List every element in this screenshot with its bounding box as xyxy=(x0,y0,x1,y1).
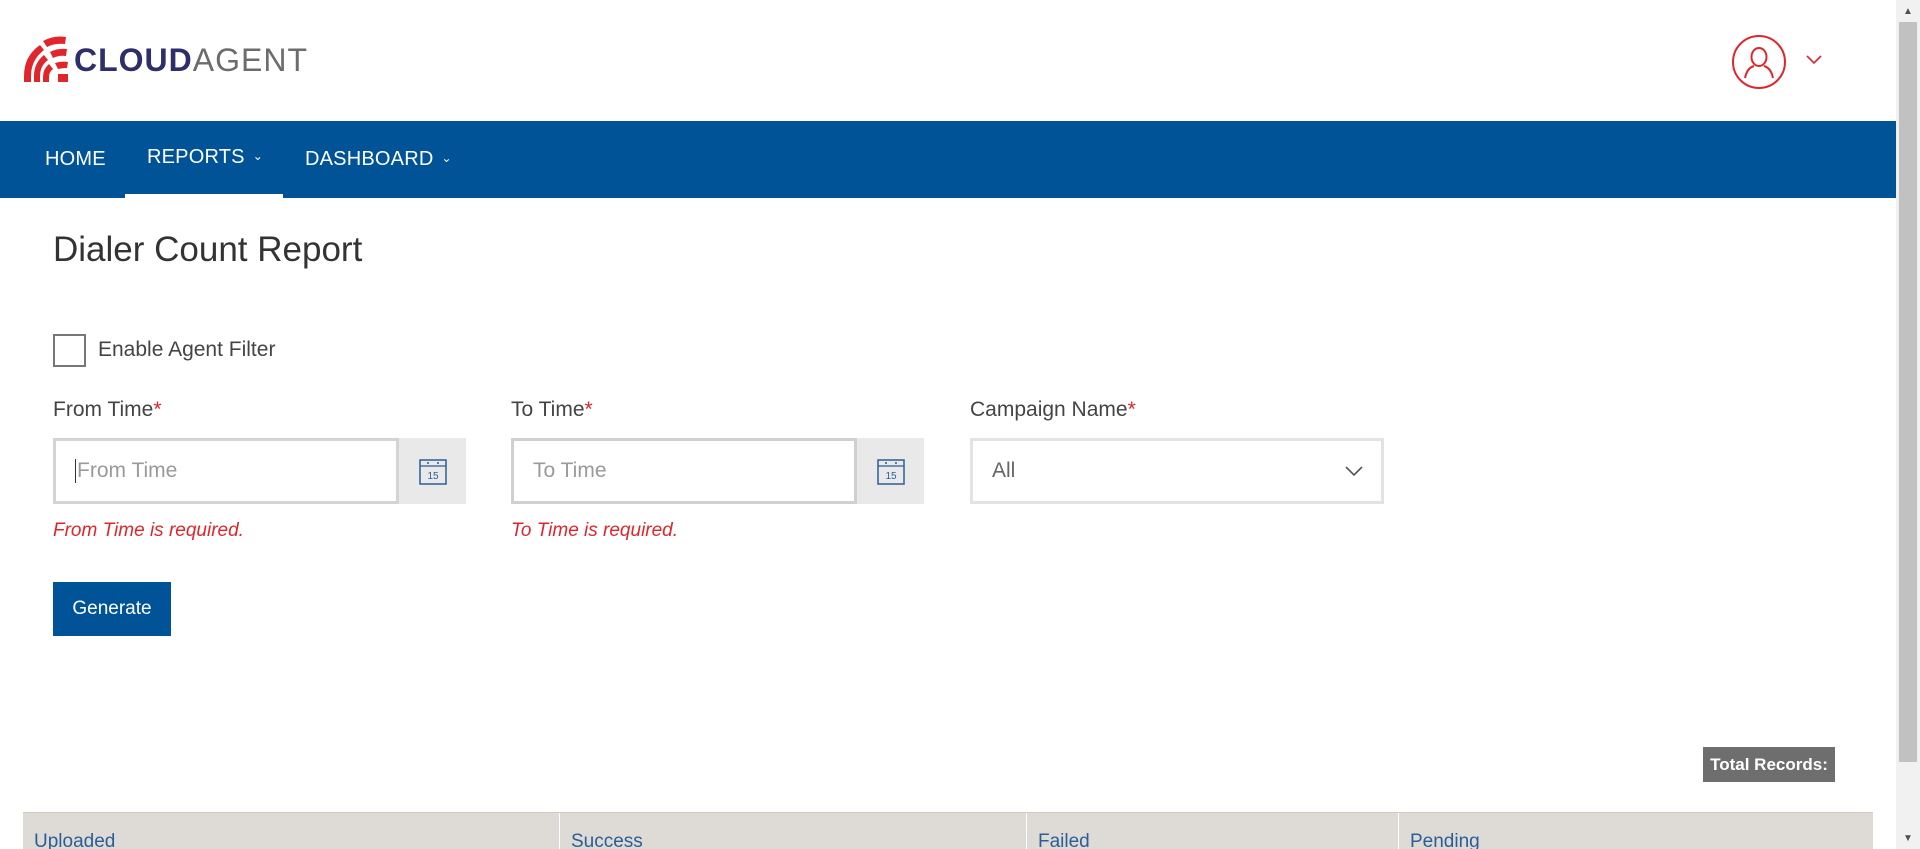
from-time-placeholder: From Time xyxy=(77,459,178,482)
to-time-label-text: To Time xyxy=(511,398,585,421)
to-time-input[interactable]: To Time xyxy=(511,438,857,504)
to-time-group: To Time 15 xyxy=(511,438,924,504)
to-time-label: To Time* xyxy=(511,398,593,422)
from-time-calendar-button[interactable]: 15 xyxy=(399,438,466,504)
from-time-error: From Time is required. xyxy=(53,520,244,541)
calendar-day-number: 15 xyxy=(427,471,439,482)
required-mark: * xyxy=(153,398,162,421)
brand-name-part2: AGENT xyxy=(192,42,308,78)
from-time-group: From Time 15 xyxy=(53,438,466,504)
column-header-success[interactable]: Success xyxy=(560,813,1027,849)
nav-home-label: HOME xyxy=(45,148,106,170)
text-cursor xyxy=(75,459,76,483)
scroll-up-arrow-icon[interactable]: ▲ xyxy=(1896,0,1920,22)
nav-dashboard[interactable]: DASHBOARD ⌄ xyxy=(305,121,452,198)
column-header-pending[interactable]: Pending xyxy=(1399,813,1873,849)
from-time-label-text: From Time xyxy=(53,398,154,421)
campaign-name-label: Campaign Name* xyxy=(970,398,1136,422)
logo-mark-icon xyxy=(24,36,68,82)
chevron-down-icon xyxy=(1806,55,1822,65)
nav-dashboard-label: DASHBOARD xyxy=(305,148,434,170)
total-records-badge: Total Records: xyxy=(1703,747,1835,782)
results-table-header: Uploaded Success Failed Pending xyxy=(23,812,1873,849)
page-scrollbar[interactable]: ▲ ▼ xyxy=(1896,0,1920,849)
brand-wordmark: CLOUDAGENT xyxy=(74,44,308,76)
calendar-day-number: 15 xyxy=(885,471,897,482)
user-avatar-button[interactable] xyxy=(1732,35,1786,89)
chevron-down-icon: ⌄ xyxy=(441,150,452,165)
calendar-icon: 15 xyxy=(876,459,905,485)
column-header-failed[interactable]: Failed xyxy=(1027,813,1399,849)
column-header-uploaded[interactable]: Uploaded xyxy=(23,813,560,849)
campaign-name-label-text: Campaign Name xyxy=(970,398,1128,421)
nav-reports-label: REPORTS xyxy=(147,146,245,168)
scroll-down-arrow-icon[interactable]: ▼ xyxy=(1896,827,1920,849)
required-mark: * xyxy=(584,398,593,421)
campaign-selected-value: All xyxy=(992,459,1016,482)
scrollbar-thumb[interactable] xyxy=(1899,22,1917,762)
calendar-icon: 15 xyxy=(418,459,447,485)
brand-logo[interactable]: CLOUDAGENT xyxy=(22,36,308,84)
to-time-calendar-button[interactable]: 15 xyxy=(857,438,924,504)
to-time-placeholder: To Time xyxy=(533,459,607,482)
app-header: CLOUDAGENT xyxy=(0,0,1896,121)
main-nav: HOME REPORTS ⌄ DASHBOARD ⌄ xyxy=(0,121,1896,198)
chevron-down-icon xyxy=(1345,465,1363,476)
to-time-error: To Time is required. xyxy=(511,520,679,541)
from-time-input[interactable]: From Time xyxy=(53,438,399,504)
agent-filter-label[interactable]: Enable Agent Filter xyxy=(98,338,275,362)
user-avatar-icon xyxy=(1744,47,1774,79)
generate-button[interactable]: Generate xyxy=(53,582,171,636)
nav-home[interactable]: HOME xyxy=(45,121,106,198)
campaign-name-select[interactable]: All xyxy=(970,438,1384,504)
page-title: Dialer Count Report xyxy=(53,230,363,269)
brand-name-part1: CLOUD xyxy=(74,42,193,78)
nav-reports[interactable]: REPORTS ⌄ xyxy=(125,121,283,198)
chevron-down-icon: ⌄ xyxy=(252,148,263,163)
required-mark: * xyxy=(1127,398,1136,421)
user-menu-toggle[interactable] xyxy=(1806,52,1822,70)
from-time-label: From Time* xyxy=(53,398,162,422)
agent-filter-checkbox[interactable] xyxy=(53,334,86,367)
